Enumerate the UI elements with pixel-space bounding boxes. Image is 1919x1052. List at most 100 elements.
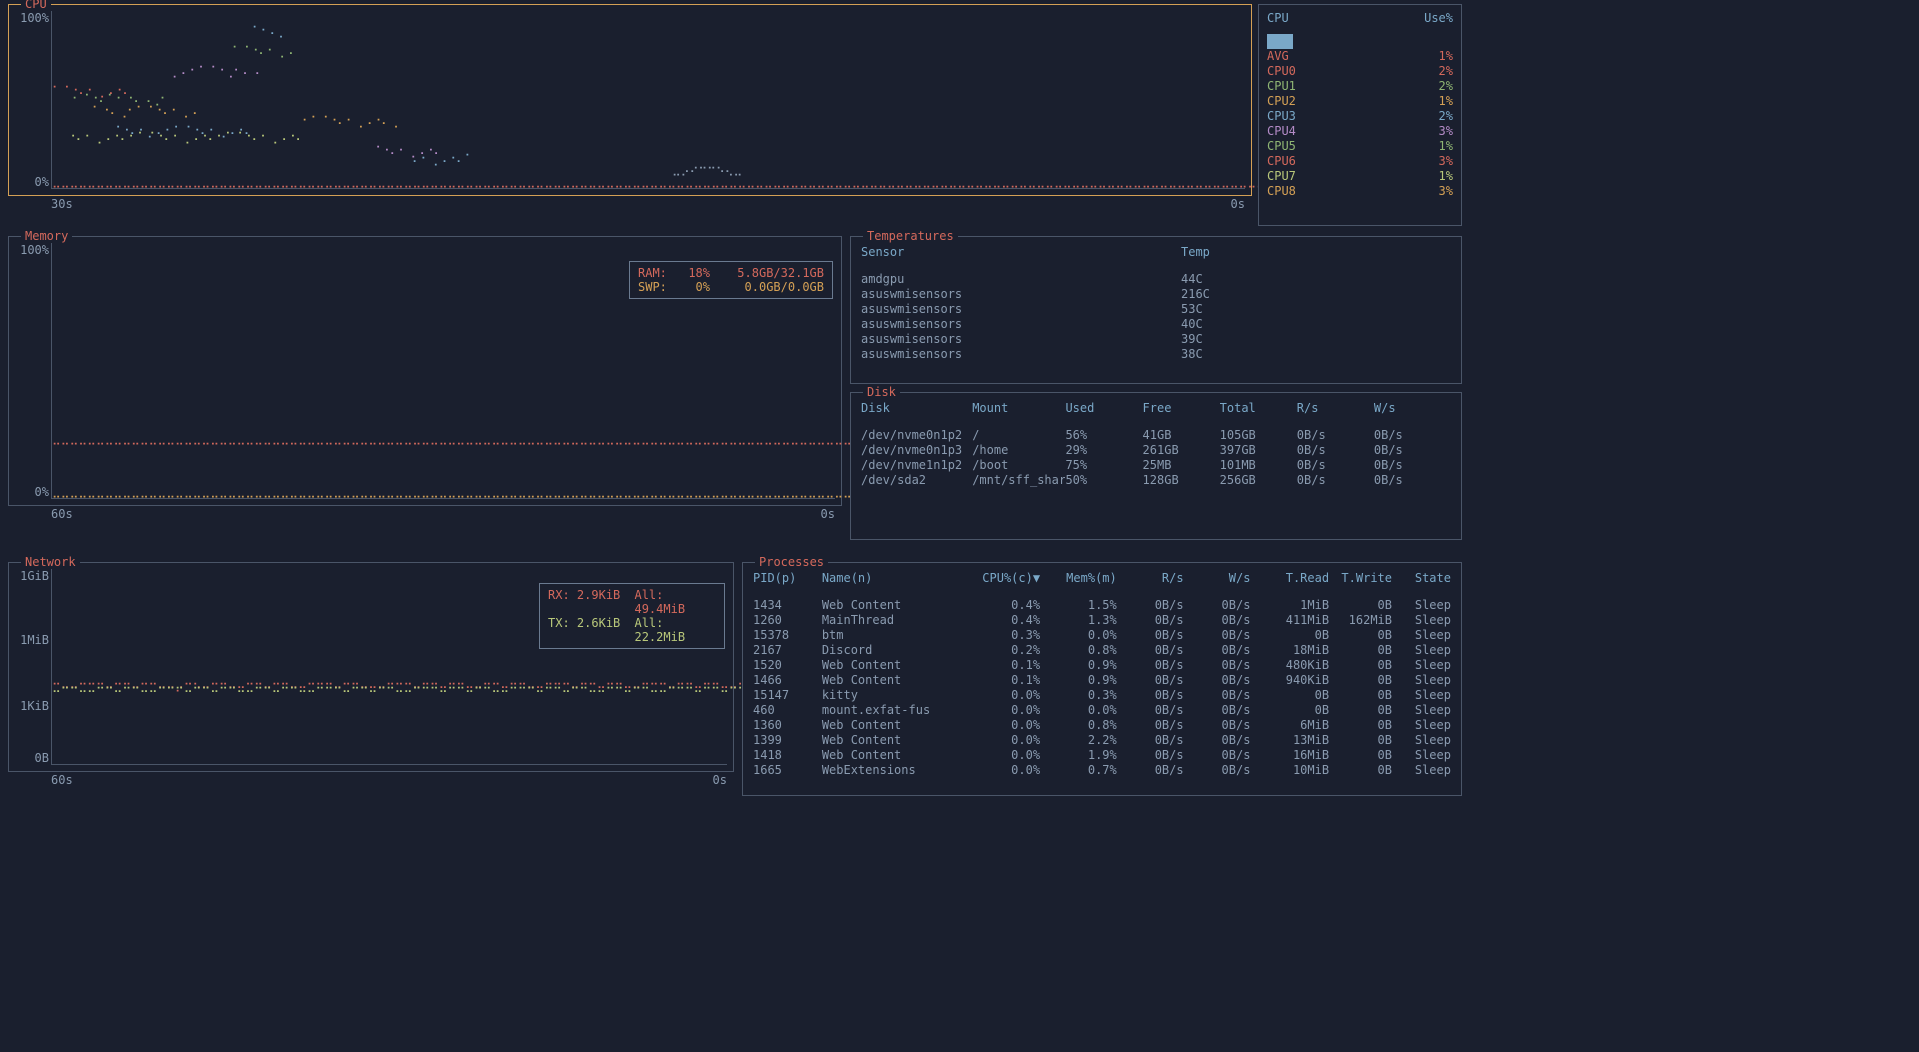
process-row[interactable]: 1520Web Content0.1%0.9%0B/s0B/s480KiB0BS… <box>753 658 1451 673</box>
mem-x-end: 0s <box>821 507 835 521</box>
temperatures-panel[interactable]: Temperatures Sensor Temp amdgpu44Casuswm… <box>850 236 1462 384</box>
process-row[interactable]: 15378btm0.3%0.0%0B/s0B/s0B0BSleep <box>753 628 1451 643</box>
disk-cell: /dev/sda2 <box>861 473 972 488</box>
cpu-list-row[interactable]: CPU71% <box>1267 169 1453 184</box>
process-row[interactable]: 1665WebExtensions0.0%0.7%0B/s0B/s10MiB0B… <box>753 763 1451 778</box>
temp-val: 38C <box>1181 347 1241 362</box>
disk-header-cell[interactable]: Used <box>1065 401 1142 416</box>
disk-row[interactable]: /dev/nvme1n1p2/boot75%25MB101MB0B/s0B/s <box>861 458 1451 473</box>
temperatures-title: Temperatures <box>863 229 958 243</box>
temp-row[interactable]: amdgpu44C <box>861 272 1451 287</box>
proc-cell: 0.0% <box>969 748 1040 763</box>
disk-title: Disk <box>863 385 900 399</box>
temp-row[interactable]: asuswmisensors38C <box>861 347 1451 362</box>
proc-cell: 0B/s <box>1184 718 1251 733</box>
proc-cell: 0.4% <box>969 613 1040 628</box>
process-row[interactable]: 460mount.exfat-fus0.0%0.0%0B/s0B/s0B0BSl… <box>753 703 1451 718</box>
disk-header-cell[interactable]: Free <box>1143 401 1220 416</box>
process-row[interactable]: 1466Web Content0.1%0.9%0B/s0B/s940KiB0BS… <box>753 673 1451 688</box>
temp-row[interactable]: asuswmisensors40C <box>861 317 1451 332</box>
cpu-list-row[interactable]: AVG1% <box>1267 49 1453 64</box>
tx-val: 2.6KiB <box>577 616 620 630</box>
memory-chart-panel[interactable]: Memory 100% 0% ⠒⠒⠒⠒⠒⠒⠒⠒⠒⠒⠒⠒⠒⠒⠒⠒⠒⠒⠒⠒⠒⠒⠒⠒⠒… <box>8 236 842 506</box>
proc-header-cell[interactable]: Mem%(m) <box>1040 571 1117 586</box>
temp-row[interactable]: asuswmisensors216C <box>861 287 1451 302</box>
proc-cell: 0B <box>1329 703 1392 718</box>
proc-cell: 1360 <box>753 718 822 733</box>
proc-cell: 0B/s <box>1117 733 1184 748</box>
disk-header-cell[interactable]: Total <box>1220 401 1297 416</box>
proc-cell: Sleep <box>1392 733 1451 748</box>
proc-cell: 0B/s <box>1117 658 1184 673</box>
cpu-list-row[interactable]: CPU51% <box>1267 139 1453 154</box>
process-row[interactable]: 2167Discord0.2%0.8%0B/s0B/s18MiB0BSleep <box>753 643 1451 658</box>
proc-cell: 0B <box>1250 688 1329 703</box>
cpu-list-row[interactable]: CPU02% <box>1267 64 1453 79</box>
proc-header-cell[interactable]: PID(p) <box>753 571 822 586</box>
disk-cell: 56% <box>1065 428 1142 443</box>
temp-row[interactable]: asuswmisensors39C <box>861 332 1451 347</box>
disk-row[interactable]: /dev/nvme0n1p2/56%41GB105GB0B/s0B/s <box>861 428 1451 443</box>
temp-header-temp: Temp <box>1181 245 1241 260</box>
proc-cell: 13MiB <box>1250 733 1329 748</box>
disk-header-cell[interactable]: R/s <box>1297 401 1374 416</box>
process-row[interactable]: 1260MainThread0.4%1.3%0B/s0B/s411MiB162M… <box>753 613 1451 628</box>
process-row[interactable]: 1399Web Content0.0%2.2%0B/s0B/s13MiB0BSl… <box>753 733 1451 748</box>
proc-cell: 1.3% <box>1040 613 1117 628</box>
cpu-list-row[interactable]: CPU21% <box>1267 94 1453 109</box>
cpu-list-row[interactable]: CPU32% <box>1267 109 1453 124</box>
disk-row[interactable]: /dev/nvme0n1p3/home29%261GB397GB0B/s0B/s <box>861 443 1451 458</box>
process-row[interactable]: 1418Web Content0.0%1.9%0B/s0B/s16MiB0BSl… <box>753 748 1451 763</box>
disk-cell: 261GB <box>1143 443 1220 458</box>
cpu-chart-panel[interactable]: CPU 100% 0% ⣀⣀⣀⣀⣀⣀⣀⣀⣀⣀⣀⣀⣀⣀⣀⣀⣀⣀⣀⣀⣀⣀⣀⣀⣀⣀⣀⣀… <box>8 4 1252 196</box>
cpu-list-row[interactable]: All <box>1267 34 1453 49</box>
proc-header-cell[interactable]: R/s <box>1117 571 1184 586</box>
process-row[interactable]: 15147kitty0.0%0.3%0B/s0B/s0B0BSleep <box>753 688 1451 703</box>
proc-cell: Web Content <box>822 748 969 763</box>
proc-cell: Sleep <box>1392 673 1451 688</box>
temp-sensor: asuswmisensors <box>861 287 1181 302</box>
cpu-list-row[interactable]: CPU43% <box>1267 124 1453 139</box>
proc-cell: 15147 <box>753 688 822 703</box>
temp-row[interactable]: asuswmisensors53C <box>861 302 1451 317</box>
proc-header-cell[interactable]: T.Write <box>1329 571 1392 586</box>
disk-header-cell[interactable]: Mount <box>972 401 1065 416</box>
proc-header-cell[interactable]: CPU%(c)▼ <box>969 571 1040 586</box>
proc-header-cell[interactable]: W/s <box>1184 571 1251 586</box>
proc-cell: 0.7% <box>1040 763 1117 778</box>
proc-header-cell[interactable]: State <box>1392 571 1451 586</box>
proc-cell: 1418 <box>753 748 822 763</box>
proc-header-cell[interactable]: Name(n) <box>822 571 969 586</box>
disk-cell: /dev/nvme0n1p2 <box>861 428 972 443</box>
process-row[interactable]: 1360Web Content0.0%0.8%0B/s0B/s6MiB0BSle… <box>753 718 1451 733</box>
cpu-list-panel[interactable]: CPU Use% AllAVG1%CPU02%CPU12%CPU21%CPU32… <box>1258 4 1462 226</box>
disk-row[interactable]: /dev/sda2/mnt/sff_shar50%128GB256GB0B/s0… <box>861 473 1451 488</box>
disk-cell: 0B/s <box>1374 443 1451 458</box>
proc-cell: 15378 <box>753 628 822 643</box>
rx-val: 2.9KiB <box>577 588 620 602</box>
proc-cell: Web Content <box>822 673 969 688</box>
proc-header-cell[interactable]: T.Read <box>1250 571 1329 586</box>
net-x-end: 0s <box>713 773 727 787</box>
cpu-list-row[interactable]: CPU12% <box>1267 79 1453 94</box>
proc-cell: 0B <box>1329 628 1392 643</box>
cpu-list-row[interactable]: CPU83% <box>1267 184 1453 199</box>
proc-cell: 1.5% <box>1040 598 1117 613</box>
proc-cell: 2.2% <box>1040 733 1117 748</box>
process-row[interactable]: 1434Web Content0.4%1.5%0B/s0B/s1MiB0BSle… <box>753 598 1451 613</box>
disk-header-cell[interactable]: Disk <box>861 401 972 416</box>
net-y3: 0B <box>15 751 49 765</box>
disk-cell: 29% <box>1065 443 1142 458</box>
disk-cell: 50% <box>1065 473 1142 488</box>
cpu-list-row[interactable]: CPU63% <box>1267 154 1453 169</box>
network-chart-panel[interactable]: Network 1GiB 1MiB 1KiB 0B ⠒⠤⠤⠒⠒⠒⠤⠒⠒⠤⠒⠒⠤⠤… <box>8 562 734 772</box>
net-y2: 1KiB <box>15 699 49 713</box>
proc-cell: Web Content <box>822 718 969 733</box>
processes-panel[interactable]: Processes PID(p)Name(n)CPU%(c)▼Mem%(m)R/… <box>742 562 1462 796</box>
proc-cell: 0.0% <box>969 733 1040 748</box>
proc-cell: 0.1% <box>969 673 1040 688</box>
disk-header-cell[interactable]: W/s <box>1374 401 1451 416</box>
proc-cell: 0.4% <box>969 598 1040 613</box>
disk-panel[interactable]: Disk DiskMountUsedFreeTotalR/sW/s /dev/n… <box>850 392 1462 540</box>
swp-pct: 0% <box>678 280 710 294</box>
